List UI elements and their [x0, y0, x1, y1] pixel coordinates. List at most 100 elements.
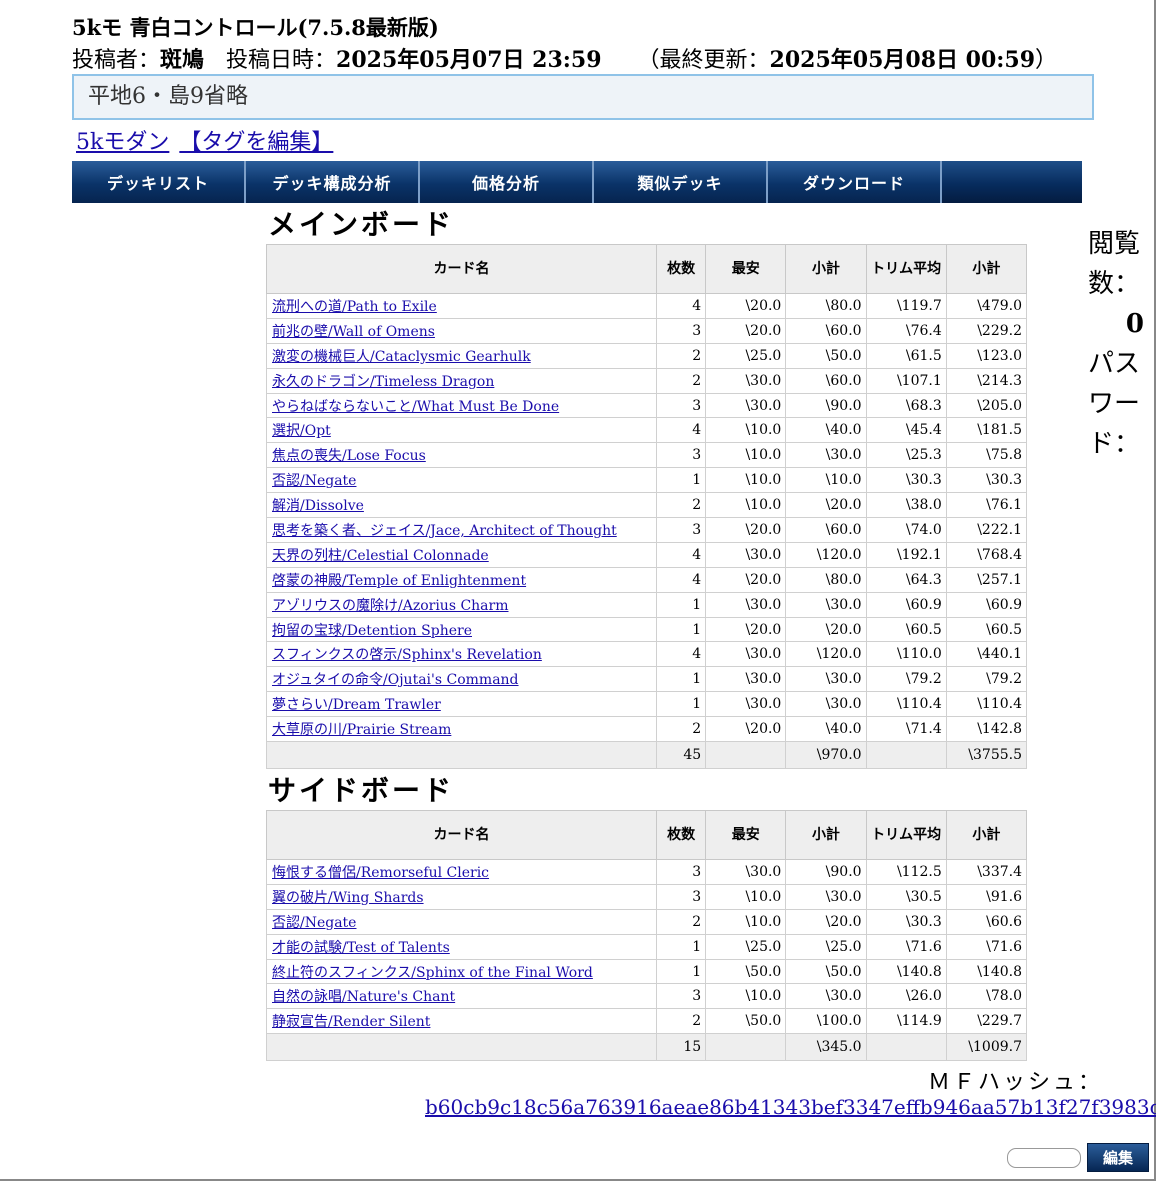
card-qty-cell: 1 [656, 691, 707, 718]
table-row: スフィンクスの啓示/Sphinx's Revelation 4 \30.0 \120.… [265, 641, 1028, 668]
card-link[interactable]: 永久のドラゴン/Timeless Dragon [272, 374, 494, 390]
col-qty: 枚数 [656, 244, 707, 294]
card-subtotal-trim-cell: \257.1 [945, 566, 1028, 593]
updated-prefix: （最終更新： [637, 48, 770, 73]
posted-label: 投稿日時： [226, 48, 337, 73]
card-link[interactable]: 天界の列柱/Celestial Colonnade [272, 548, 489, 564]
card-subtotal-trim-cell: \30.3 [945, 467, 1028, 494]
card-link[interactable]: 解消/Dissolve [272, 498, 364, 514]
card-link[interactable]: 選択/Opt [272, 423, 331, 439]
card-trim-avg-cell: \68.3 [865, 392, 947, 419]
card-subtotal-trim-cell: \123.0 [945, 342, 1028, 369]
card-link[interactable]: 翼の破片/Wing Shards [272, 890, 424, 906]
edit-button[interactable]: 編集 [1087, 1143, 1149, 1172]
poster-label: 投稿者： [72, 48, 161, 73]
card-link[interactable]: 静寂宣告/Render Silent [272, 1014, 430, 1030]
card-name-cell: 否認/Negate [265, 908, 658, 935]
card-subtotal-cell: \40.0 [785, 417, 867, 444]
card-subtotal-cell: \120.0 [785, 541, 867, 568]
table-row: 拘留の宝球/Detention Sphere 1 \20.0 \20.0 \60.5 \6… [265, 616, 1028, 643]
card-lowest-cell: \20.0 [705, 716, 787, 743]
card-link[interactable]: 悔恨する僧侶/Remorseful Cleric [272, 865, 489, 881]
card-trim-avg-cell: \107.1 [865, 367, 947, 394]
table-row: 永久のドラゴン/Timeless Dragon 2 \30.0 \60.0 \107.1… [265, 367, 1028, 394]
total-subtotal-trim: \3755.5 [945, 741, 1028, 770]
tab-download[interactable]: ダウンロード [768, 161, 942, 203]
card-subtotal-cell: \50.0 [785, 342, 867, 369]
card-qty-cell: 3 [656, 317, 707, 344]
mf-hash-link[interactable]: b60cb9c18c56a763916aeae86b41343bef3347ef… [425, 1095, 1156, 1119]
total-qty: 45 [656, 741, 707, 770]
table-header-row: カード名 枚数 最安 小計 トリム平均 小計 [265, 810, 1028, 860]
card-lowest-cell: \20.0 [705, 517, 787, 543]
card-trim-avg-cell: \76.4 [865, 317, 947, 344]
card-lowest-cell: \30.0 [705, 591, 787, 618]
card-link[interactable]: オジュタイの命令/Ojutai's Command [272, 672, 519, 688]
card-link[interactable]: 啓蒙の神殿/Temple of Enlightenment [272, 573, 526, 589]
table-row: 解消/Dissolve 2 \10.0 \20.0 \38.0 \76.1 [265, 492, 1028, 519]
card-subtotal-cell: \120.0 [785, 641, 867, 668]
col-subtotal-trim: 小計 [945, 810, 1028, 860]
card-name-cell: 啓蒙の神殿/Temple of Enlightenment [265, 566, 658, 593]
col-trim-avg: トリム平均 [865, 810, 947, 860]
card-qty-cell: 4 [656, 417, 707, 444]
card-link[interactable]: 才能の試験/Test of Talents [272, 940, 450, 956]
table-row: オジュタイの命令/Ojutai's Command 1 \30.0 \30.0 \79.… [265, 666, 1028, 693]
card-link[interactable]: 否認/Negate [272, 915, 356, 931]
total-subtotal: \970.0 [785, 741, 867, 770]
card-lowest-cell: \10.0 [705, 908, 787, 935]
card-link[interactable]: 思考を築く者、ジェイス/Jace, Architect of Thought [272, 523, 617, 539]
card-lowest-cell: \10.0 [705, 883, 787, 910]
total-row: 45 \970.0 \3755.5 [265, 741, 1028, 770]
edit-password-input[interactable] [1007, 1148, 1081, 1168]
card-lowest-cell: \30.0 [705, 541, 787, 568]
col-card-name: カード名 [265, 810, 658, 860]
total-lowest [705, 1033, 787, 1062]
card-subtotal-trim-cell: \60.9 [945, 591, 1028, 618]
card-link[interactable]: 終止符のスフィンクス/Sphinx of the Final Word [272, 965, 593, 981]
table-row: 前兆の壁/Wall of Omens 3 \20.0 \60.0 \76.4 \229.2 [265, 317, 1028, 344]
card-trim-avg-cell: \114.9 [865, 1008, 947, 1035]
card-link[interactable]: 夢さらい/Dream Trawler [272, 697, 441, 713]
card-name-cell: 才能の試験/Test of Talents [265, 933, 658, 960]
card-trim-avg-cell: \25.3 [865, 442, 947, 469]
card-link[interactable]: スフィンクスの啓示/Sphinx's Revelation [272, 647, 542, 663]
tab-composition[interactable]: デッキ構成分析 [246, 161, 420, 203]
card-link[interactable]: 大草原の川/Prairie Stream [272, 722, 451, 738]
card-link[interactable]: 前兆の壁/Wall of Omens [272, 324, 435, 340]
card-link[interactable]: 激変の機械巨人/Cataclysmic Gearhulk [272, 349, 531, 365]
tab-decklist[interactable]: デッキリスト [72, 161, 246, 203]
password-label: パスワード： [1088, 349, 1141, 459]
card-link[interactable]: 焦点の喪失/Lose Focus [272, 448, 426, 464]
format-link[interactable]: 5kモダン [76, 130, 169, 155]
card-name-cell: アゾリウスの魔除け/Azorius Charm [265, 591, 658, 618]
deck-title: 5kモ 青白コントロール(7.5.8最新版) [72, 15, 439, 40]
card-subtotal-cell: \10.0 [785, 467, 867, 494]
mf-hash-label: ＭＦハッシュ： [928, 1070, 1104, 1095]
card-link[interactable]: 否認/Negate [272, 473, 356, 489]
card-subtotal-cell: \30.0 [785, 983, 867, 1010]
card-link[interactable]: やらねばならないこと/What Must Be Done [272, 399, 559, 415]
card-lowest-cell: \10.0 [705, 417, 787, 444]
card-link[interactable]: 流刑への道/Path to Exile [272, 299, 437, 315]
card-subtotal-cell: \80.0 [785, 566, 867, 593]
card-subtotal-trim-cell: \140.8 [945, 958, 1028, 985]
card-subtotal-trim-cell: \229.2 [945, 317, 1028, 344]
col-qty: 枚数 [656, 810, 707, 860]
card-trim-avg-cell: \110.4 [865, 691, 947, 718]
card-link[interactable]: アゾリウスの魔除け/Azorius Charm [272, 598, 509, 614]
table-row: やらねばならないこと/What Must Be Done 3 \30.0 \90.0 \… [265, 392, 1028, 419]
tab-similar[interactable]: 類似デッキ [594, 161, 768, 203]
card-subtotal-cell: \30.0 [785, 591, 867, 618]
edit-tags-link[interactable]: 【タグを編集】 [179, 130, 333, 155]
card-trim-avg-cell: \64.3 [865, 566, 947, 593]
card-link[interactable]: 自然の詠唱/Nature's Chant [272, 989, 455, 1005]
mainboard-title: メインボード [268, 208, 455, 241]
card-subtotal-cell: \30.0 [785, 883, 867, 910]
card-subtotal-trim-cell: \142.8 [945, 716, 1028, 743]
card-link[interactable]: 拘留の宝球/Detention Sphere [272, 623, 472, 639]
table-row: 思考を築く者、ジェイス/Jace, Architect of Thought 3 \… [265, 517, 1028, 543]
card-name-cell: 静寂宣告/Render Silent [265, 1008, 658, 1035]
card-lowest-cell: \25.0 [705, 342, 787, 369]
tab-price[interactable]: 価格分析 [420, 161, 594, 203]
